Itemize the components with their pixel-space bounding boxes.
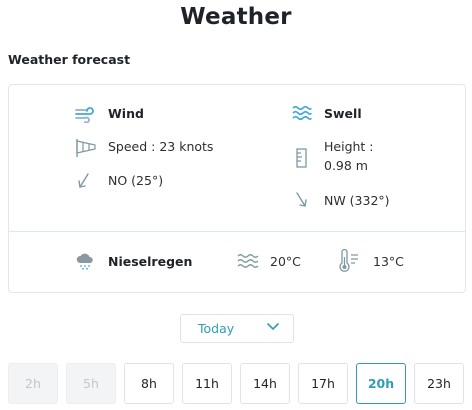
hour-button-17h[interactable]: 17h bbox=[298, 363, 348, 404]
swell-icon bbox=[292, 105, 312, 121]
hour-button-8h[interactable]: 8h bbox=[124, 363, 174, 404]
wind-title: Wind bbox=[108, 106, 144, 121]
section-title: Weather forecast bbox=[8, 52, 131, 67]
swell-height-value: 0.98 m bbox=[324, 158, 368, 173]
hour-button-5h[interactable]: 5h bbox=[66, 363, 116, 404]
wind-icon bbox=[75, 107, 94, 123]
wind-direction-arrow-icon bbox=[78, 173, 89, 188]
page-title: Weather bbox=[180, 4, 292, 30]
swell-title: Swell bbox=[324, 106, 362, 121]
hour-button-2h[interactable]: 2h bbox=[8, 363, 58, 404]
hour-button-23h[interactable]: 23h bbox=[414, 363, 464, 404]
swell-height-label: Height : bbox=[324, 139, 374, 154]
wind-speed: Speed : 23 knots bbox=[108, 139, 214, 154]
drizzle-cloud-icon bbox=[76, 253, 93, 270]
day-select-value: Today bbox=[198, 321, 235, 336]
thermometer-icon bbox=[339, 249, 358, 272]
forecast-card: Wind Speed : 23 knots NO (25°) Swell Hei… bbox=[8, 84, 466, 293]
water-temperature-icon bbox=[237, 254, 259, 268]
wind-direction: NO (25°) bbox=[108, 173, 164, 188]
hour-button-20h[interactable]: 20h bbox=[356, 363, 406, 404]
chevron-down-icon bbox=[267, 323, 279, 330]
day-select[interactable]: Today bbox=[180, 314, 294, 343]
card-divider bbox=[9, 231, 465, 232]
hour-selector: 2h 5h 8h 11h 14h 17h 20h 23h bbox=[8, 363, 466, 405]
hour-button-14h[interactable]: 14h bbox=[240, 363, 290, 404]
swell-direction-arrow-icon bbox=[296, 192, 307, 207]
height-ruler-icon bbox=[296, 148, 307, 168]
weather-condition: Nieselregen bbox=[108, 254, 193, 269]
hour-button-11h[interactable]: 11h bbox=[182, 363, 232, 404]
windsock-icon bbox=[76, 139, 96, 157]
swell-direction: NW (332°) bbox=[324, 193, 390, 208]
water-temperature: 20°C bbox=[270, 254, 301, 269]
air-temperature: 13°C bbox=[373, 254, 404, 269]
